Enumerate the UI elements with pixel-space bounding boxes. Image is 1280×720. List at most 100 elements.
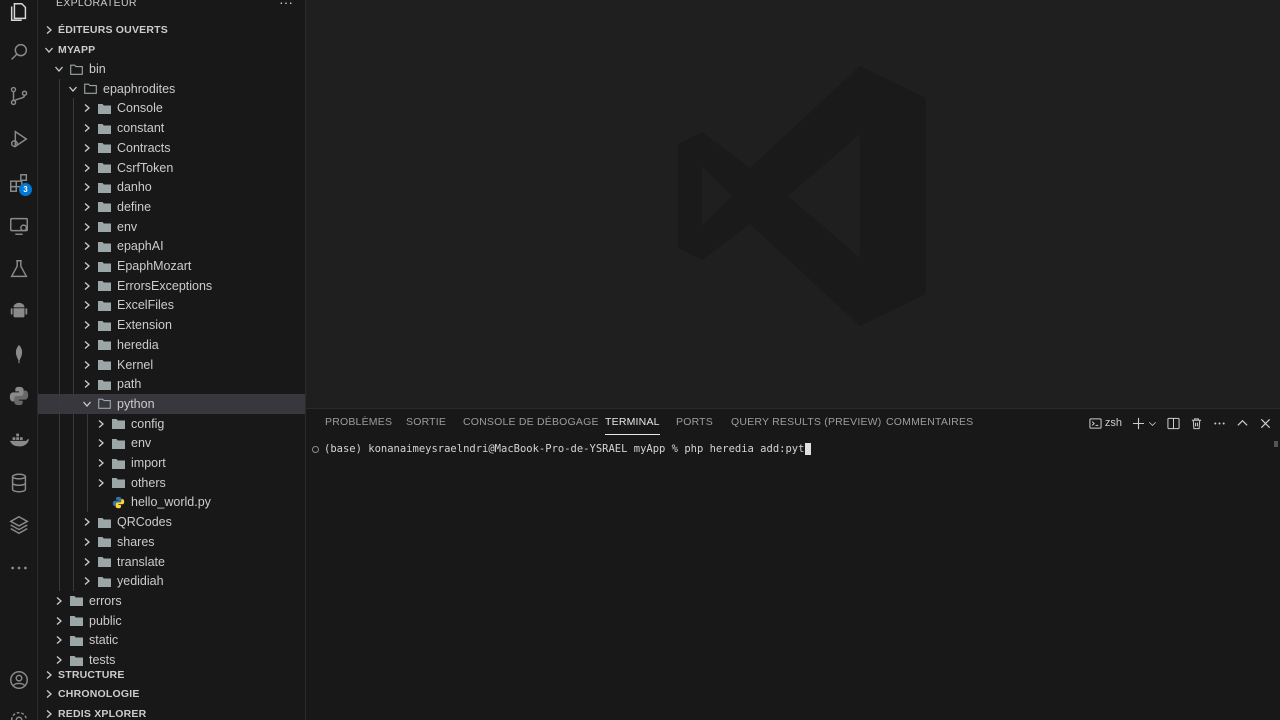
tree-folder[interactable]: epaphrodites [38, 78, 305, 99]
chevron-down-icon [52, 64, 66, 74]
chevron-right-icon [80, 182, 94, 192]
tree-folder[interactable]: Kernel [38, 354, 305, 375]
section-myapp[interactable]: MYAPP [38, 40, 305, 60]
tree-item-label: ExcelFiles [117, 298, 174, 313]
chevron-up-icon [1237, 419, 1248, 426]
python-icon[interactable] [0, 378, 38, 414]
split-terminal-button[interactable] [1167, 417, 1180, 430]
tree-folder[interactable]: python [38, 393, 305, 414]
tree-folder[interactable]: import [38, 453, 305, 473]
tree-folder[interactable]: ExcelFiles [38, 295, 305, 316]
remote-explorer-icon[interactable] [0, 208, 38, 244]
tree-folder[interactable]: epaphAI [38, 236, 305, 257]
section-timeline[interactable]: CHRONOLOGIE [38, 684, 305, 704]
tree-folder[interactable]: Console [38, 98, 305, 119]
tree-item-label: EpaphMozart [117, 259, 192, 273]
android-icon[interactable] [0, 293, 38, 329]
tree-folder[interactable]: danho [38, 177, 305, 198]
panel-tab-0[interactable]: PROBLÈMES [325, 416, 392, 428]
indent-guide [59, 78, 60, 99]
chevron-right-icon [80, 261, 94, 271]
terminal-shell-selector[interactable]: zsh [1089, 417, 1122, 430]
search-icon[interactable] [0, 34, 38, 70]
chevron-right-icon [80, 557, 94, 567]
indent-guide [73, 256, 74, 276]
tree-folder[interactable]: Contracts [38, 137, 305, 158]
extensions-badge: 3 [19, 183, 32, 196]
section-redis-xplorer[interactable]: REDIS XPLORER [38, 704, 305, 720]
tree-folder[interactable]: ErrorsExceptions [38, 275, 305, 296]
tree-folder[interactable]: errors [38, 591, 305, 611]
chevron-right-icon [80, 340, 94, 350]
indent-guide [73, 551, 74, 572]
panel-tab-6[interactable]: COMMENTAIRES [886, 416, 973, 428]
section-open-editors[interactable]: ÉDITEURS OUVERTS [38, 20, 305, 40]
panel-tab-4[interactable]: PORTS [676, 416, 713, 428]
indent-guide [59, 196, 60, 217]
tree-folder[interactable]: translate [38, 551, 305, 572]
tree-item-label: python [117, 396, 155, 411]
tree-folder[interactable]: heredia [38, 334, 305, 355]
tree-item-label: config [131, 416, 165, 431]
close-panel-button[interactable] [1259, 417, 1272, 430]
plus-icon [1132, 417, 1145, 429]
panel-more-button[interactable] [1213, 417, 1226, 430]
tree-folder[interactable]: bin [38, 59, 305, 79]
tree-folder[interactable]: env [38, 433, 305, 454]
chevron-right-icon [80, 320, 94, 330]
tree-folder[interactable]: QRCodes [38, 512, 305, 533]
terminal-output[interactable]: (base) konanaimeysraelndri@MacBook-Pro-d… [312, 443, 812, 455]
terminal-scrollbar[interactable] [1274, 441, 1278, 447]
tree-folder[interactable]: public [38, 611, 305, 631]
new-terminal-button[interactable] [1132, 417, 1157, 430]
tree-folder[interactable]: define [38, 196, 305, 217]
tree-folder[interactable]: CsrfToken [38, 157, 305, 178]
explorer-more-actions-icon[interactable]: ··· [279, 0, 293, 10]
tree-folder[interactable]: config [38, 413, 305, 434]
more-icon[interactable] [0, 550, 38, 586]
panel-tab-3[interactable]: TERMINAL [605, 416, 660, 428]
testing-flask-icon[interactable] [0, 251, 38, 287]
folder-icon [98, 537, 111, 548]
activity-bar: 3 [0, 0, 38, 720]
tree-folder[interactable]: path [38, 374, 305, 395]
chevron-right-icon [40, 689, 58, 699]
folder-icon [98, 241, 111, 252]
tree-folder[interactable]: EpaphMozart [38, 256, 305, 276]
tree-folder[interactable]: env [38, 216, 305, 237]
tree-file[interactable]: hello_world.py [38, 492, 305, 513]
run-debug-icon[interactable] [0, 121, 38, 157]
mongodb-leaf-icon[interactable] [0, 336, 38, 372]
tree-item-label: path [117, 377, 142, 392]
settings-gear-icon[interactable] [0, 702, 38, 720]
indent-guide [73, 315, 74, 336]
extensions-icon[interactable]: 3 [0, 165, 38, 201]
database-icon[interactable] [0, 465, 38, 501]
source-control-icon[interactable] [0, 78, 38, 114]
tree-folder[interactable]: constant [38, 118, 305, 139]
docker-icon[interactable] [0, 422, 38, 458]
explorer-sidebar: EXPLORATEUR ··· ÉDITEURS OUVERTS MYAPP b… [38, 0, 306, 720]
folder-icon [70, 635, 83, 646]
tree-folder[interactable]: others [38, 472, 305, 493]
chevron-right-icon [94, 419, 108, 429]
chevron-down-icon [40, 45, 58, 55]
tree-folder[interactable]: yedidiah [38, 571, 305, 592]
panel-tab-1[interactable]: SORTIE [406, 416, 446, 428]
chevron-right-icon [80, 202, 94, 212]
tree-folder[interactable]: shares [38, 531, 305, 552]
panel-tab-5[interactable]: QUERY RESULTS (PREVIEW) [731, 416, 881, 428]
layers-icon[interactable] [0, 507, 38, 543]
panel-tab-2[interactable]: CONSOLE DE DÉBOGAGE [463, 416, 599, 428]
tree-folder[interactable]: static [38, 630, 305, 650]
kill-terminal-button[interactable] [1190, 417, 1203, 430]
maximize-panel-button[interactable] [1236, 417, 1249, 430]
indent-guide [73, 295, 74, 316]
indent-guide [73, 453, 74, 473]
tree-folder[interactable]: Extension [38, 315, 305, 336]
section-structure[interactable]: STRUCTURE [38, 665, 305, 685]
account-icon[interactable] [0, 662, 38, 698]
indent-guide [73, 196, 74, 217]
indent-guide [59, 512, 60, 533]
explorer-icon[interactable] [0, 0, 38, 30]
